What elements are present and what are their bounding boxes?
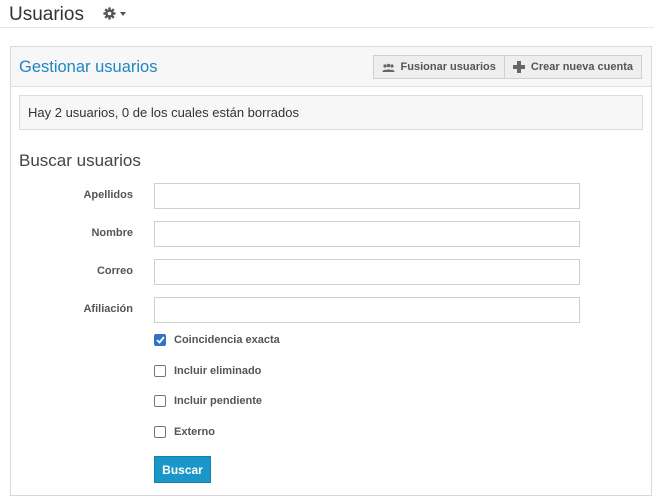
affiliation-input[interactable] xyxy=(154,297,580,323)
create-account-label: Crear nueva cuenta xyxy=(530,61,633,73)
create-account-button[interactable]: Crear nueva cuenta xyxy=(504,55,642,79)
panel-heading: Gestionar usuarios Fusionar usuarios Cre… xyxy=(11,47,651,87)
chevron-down-icon xyxy=(120,12,126,16)
include-pending-option[interactable]: Incluir pendiente xyxy=(154,395,262,407)
surname-input[interactable] xyxy=(154,183,580,209)
email-input[interactable] xyxy=(154,259,580,285)
include-pending-checkbox[interactable] xyxy=(154,395,166,407)
name-input[interactable] xyxy=(154,221,580,247)
exact-match-option[interactable]: Coincidencia exacta xyxy=(154,334,280,346)
search-button[interactable]: Buscar xyxy=(154,456,211,483)
search-section-title: Buscar usuarios xyxy=(19,151,141,170)
exact-match-checkbox[interactable] xyxy=(154,334,166,346)
external-option[interactable]: Externo xyxy=(154,426,215,438)
form-row-surname: Apellidos xyxy=(11,183,651,209)
form-row-email: Correo xyxy=(11,259,651,285)
form-row-affiliation: Afiliación xyxy=(11,297,651,323)
exact-match-label: Coincidencia exacta xyxy=(174,334,280,346)
settings-dropdown[interactable] xyxy=(103,7,126,20)
panel-actions: Fusionar usuarios Crear nueva cuenta xyxy=(372,55,642,79)
include-deleted-checkbox[interactable] xyxy=(154,365,166,377)
name-label: Nombre xyxy=(91,227,133,239)
merge-users-icon xyxy=(382,63,395,72)
panel-title: Gestionar usuarios xyxy=(19,58,158,76)
page-title: Usuarios xyxy=(9,4,84,25)
users-count-info: Hay 2 usuarios, 0 de los cuales están bo… xyxy=(19,95,643,130)
include-deleted-option[interactable]: Incluir eliminado xyxy=(154,365,261,377)
check-icon xyxy=(155,336,165,344)
manage-users-panel: Gestionar usuarios Fusionar usuarios Cre… xyxy=(10,46,652,496)
external-label: Externo xyxy=(174,426,215,438)
form-row-name: Nombre xyxy=(11,221,651,247)
merge-users-label: Fusionar usuarios xyxy=(400,61,496,73)
affiliation-label: Afiliación xyxy=(83,303,133,315)
surname-label: Apellidos xyxy=(83,189,133,201)
gear-icon xyxy=(103,7,116,20)
external-checkbox[interactable] xyxy=(154,426,166,438)
include-pending-label: Incluir pendiente xyxy=(174,395,263,407)
plus-icon xyxy=(512,61,525,73)
merge-users-button[interactable]: Fusionar usuarios xyxy=(372,55,505,79)
page-header: Usuarios xyxy=(0,0,654,28)
include-deleted-label: Incluir eliminado xyxy=(174,365,262,377)
email-label: Correo xyxy=(96,265,133,277)
